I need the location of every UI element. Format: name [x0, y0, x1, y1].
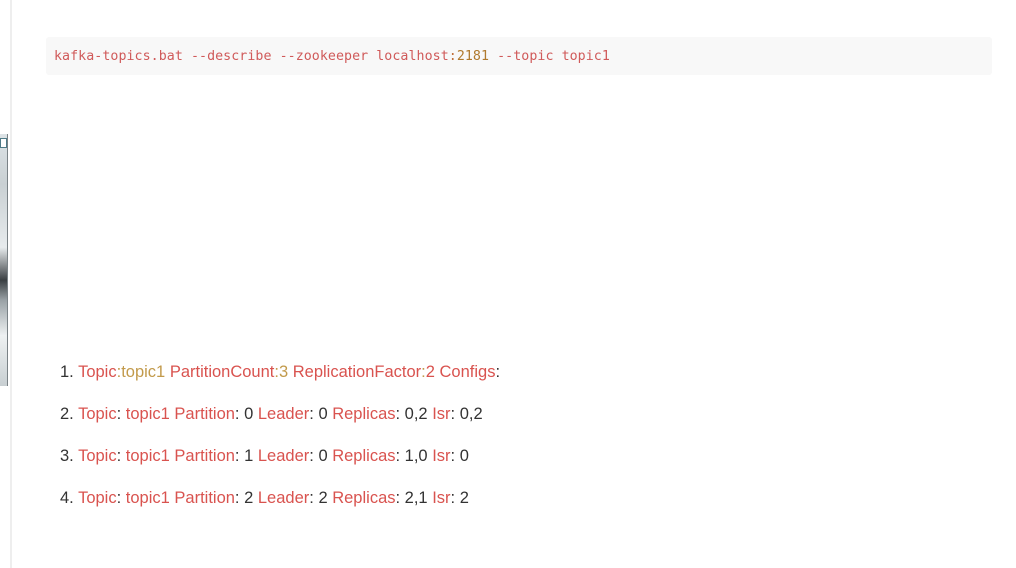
replicas-value: 2,1 [404, 489, 428, 507]
topic-value: topic1 [125, 489, 170, 507]
partition-value: 0 [244, 405, 254, 423]
left-gutter-line [10, 0, 12, 568]
leader-value: 0 [318, 447, 328, 465]
partition-count-value: 3 [278, 363, 289, 381]
list-item: 2. Topic: topic1 Partition: 0 Leader: 0 … [60, 405, 483, 423]
isr-value: 2 [459, 489, 469, 507]
list-item: 1. Topic:topic1 PartitionCount:3 Replica… [60, 358, 500, 400]
isr-key: Isr [432, 489, 451, 507]
list-item: 3. Topic: topic1 Partition: 1 Leader: 0 … [60, 447, 469, 465]
leader-value: 2 [318, 489, 328, 507]
topic-key: Topic [78, 405, 117, 423]
replicas-key: Replicas [332, 405, 396, 423]
partition-key: Partition [174, 447, 235, 465]
partition-count-key: PartitionCount [169, 363, 275, 381]
checkbox-icon [0, 138, 7, 148]
topic-key: Topic [78, 363, 117, 381]
topic-value: topic1 [125, 405, 170, 423]
list-number: 4. [60, 489, 74, 507]
page: kafka-topics.bat --describe --zookeeper … [0, 0, 1016, 568]
partition-key: Partition [174, 405, 235, 423]
describe-output-list: 1. Topic:topic1 PartitionCount:3 Replica… [60, 358, 500, 526]
command-program: kafka-topics.bat [54, 48, 183, 64]
partition-key: Partition [174, 489, 235, 507]
topic-value: topic1 [125, 447, 170, 465]
isr-value: 0,2 [459, 405, 483, 423]
replicas-key: Replicas [332, 489, 396, 507]
topic-value: topic1 [121, 363, 166, 381]
side-thumbnail-image[interactable] [0, 134, 8, 386]
isr-value: 0 [459, 447, 469, 465]
leader-key: Leader [257, 447, 310, 465]
replicas-value: 0,2 [404, 405, 428, 423]
isr-key: Isr [432, 447, 451, 465]
isr-key: Isr [432, 405, 451, 423]
command-flag-describe: --describe [190, 48, 272, 64]
list-number: 1. [60, 363, 74, 381]
command-port: 2181 [456, 48, 490, 64]
replication-factor-value: 2 [425, 363, 435, 381]
command-line: kafka-topics.bat --describe --zookeeper … [54, 49, 610, 64]
leader-key: Leader [257, 405, 310, 423]
leader-value: 0 [318, 405, 328, 423]
configs-key: Configs [439, 363, 496, 381]
list-number: 3. [60, 447, 74, 465]
replicas-value: 1,0 [404, 447, 428, 465]
topic-key: Topic [78, 489, 117, 507]
partition-value: 2 [244, 489, 254, 507]
command-host: localhost [376, 48, 449, 64]
topic-key: Topic [78, 447, 117, 465]
list-item: 4. Topic: topic1 Partition: 2 Leader: 2 … [60, 489, 469, 507]
configs-sep: : [495, 363, 501, 381]
command-flag-zookeeper: --zookeeper [279, 48, 369, 64]
command-colon: : [448, 48, 457, 64]
leader-key: Leader [257, 489, 310, 507]
list-number: 2. [60, 405, 74, 423]
code-block: kafka-topics.bat --describe --zookeeper … [46, 37, 992, 75]
command-flag-topic: --topic [497, 48, 554, 64]
partition-value: 1 [244, 447, 254, 465]
replicas-key: Replicas [332, 447, 396, 465]
replication-factor-key: ReplicationFactor [292, 363, 422, 381]
command-topic: topic1 [561, 48, 610, 64]
